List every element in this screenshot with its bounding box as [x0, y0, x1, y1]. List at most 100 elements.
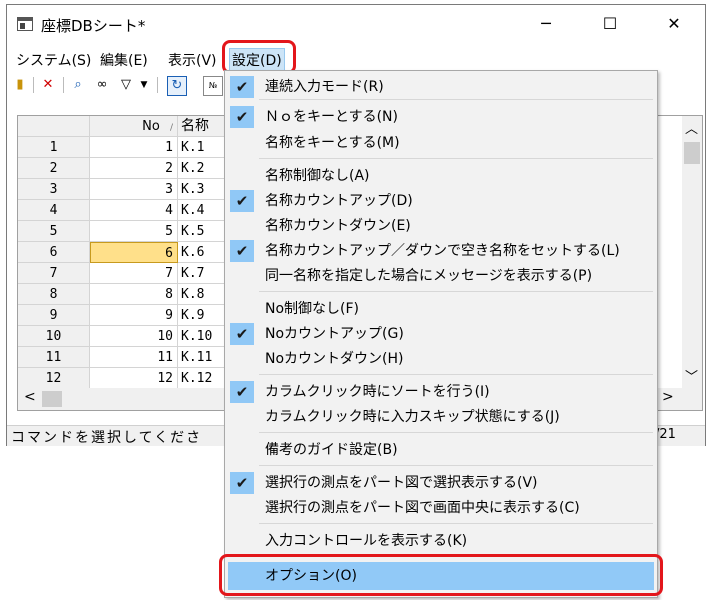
- settings-menu-item[interactable]: ✔ 名称カウントアップ(D): [225, 189, 657, 213]
- menu-item-label: No制御なし(F): [265, 301, 360, 317]
- delete-icon[interactable]: ✕: [39, 76, 57, 94]
- option-highlight-box: [219, 554, 663, 596]
- cell-no[interactable]: 5: [90, 221, 178, 242]
- notebook-icon[interactable]: ▮: [11, 76, 29, 94]
- menu-item-label: 名称をキーとする(M): [265, 135, 400, 151]
- menu-item-label: 入力コントロールを表示する(K): [265, 533, 468, 549]
- menu-item-label: カラムクリック時に入力スキップ状態にする(J): [265, 409, 560, 425]
- cell-no[interactable]: 9: [90, 305, 178, 326]
- refresh-icon[interactable]: ↻: [167, 76, 187, 96]
- settings-menu-item[interactable]: ✔ 選択行の測点をパート図で選択表示する(V): [225, 471, 657, 495]
- minimize-button[interactable]: ─: [523, 5, 569, 43]
- checkmark-icon: ✔: [230, 381, 254, 403]
- cell-no[interactable]: 4: [90, 200, 178, 221]
- settings-menu-item[interactable]: 同一名称を指定した場合にメッセージを表示する(P): [225, 264, 657, 288]
- toolbar-divider: [157, 77, 158, 93]
- close-button[interactable]: ✕: [651, 5, 697, 43]
- cell-no[interactable]: 12: [90, 368, 178, 389]
- scroll-left-icon[interactable]: <: [24, 389, 36, 405]
- column-header-no[interactable]: No /: [90, 116, 178, 137]
- hscroll-thumb[interactable]: [42, 391, 62, 407]
- settings-menu-item[interactable]: 名称カウントダウン(E): [225, 214, 657, 238]
- settings-menu-item[interactable]: Noカウントダウン(H): [225, 347, 657, 371]
- row-header[interactable]: 1: [18, 137, 90, 158]
- window-title: 座標DBシート*: [41, 17, 146, 35]
- menu-item-label: 名称カウントアップ／ダウンで空き名称をセットする(L): [265, 243, 620, 259]
- row-header[interactable]: 7: [18, 263, 90, 284]
- menu-separator: [259, 291, 653, 292]
- settings-menu-item[interactable]: ✔ Noカウントアップ(G): [225, 322, 657, 346]
- settings-menu-item[interactable]: ✔ 連続入力モード(R): [225, 75, 657, 99]
- menu-item-label: 名称カウントアップ(D): [265, 193, 413, 209]
- menu-separator: [259, 99, 653, 100]
- checkmark-icon: ✔: [230, 472, 254, 494]
- settings-menu-item[interactable]: 名称制御なし(A): [225, 164, 657, 188]
- menu-view[interactable]: 表示(V): [165, 48, 220, 72]
- settings-menu-item[interactable]: カラムクリック時に入力スキップ状態にする(J): [225, 405, 657, 429]
- row-header[interactable]: 5: [18, 221, 90, 242]
- settings-menu-item[interactable]: 名称をキーとする(M): [225, 131, 657, 155]
- checkmark-icon: ✔: [230, 76, 254, 98]
- cell-no[interactable]: 7: [90, 263, 178, 284]
- cell-no[interactable]: 8: [90, 284, 178, 305]
- cell-no[interactable]: 3: [90, 179, 178, 200]
- row-header[interactable]: 9: [18, 305, 90, 326]
- menu-item-label: 連続入力モード(R): [265, 79, 384, 95]
- settings-menu-item[interactable]: No制御なし(F): [225, 297, 657, 321]
- menu-item-label: Noカウントアップ(G): [265, 326, 404, 342]
- chevron-down-icon[interactable]: ▼: [135, 76, 153, 94]
- row-header[interactable]: 3: [18, 179, 90, 200]
- settings-menu-item[interactable]: ✔ 名称カウントアップ／ダウンで空き名称をセットする(L): [225, 239, 657, 263]
- menu-item-label: 選択行の測点をパート図で選択表示する(V): [265, 475, 538, 491]
- scroll-right-icon[interactable]: >: [662, 389, 674, 405]
- row-header[interactable]: 6: [18, 242, 90, 263]
- column-header-no-label: No: [142, 119, 160, 134]
- checkmark-icon: ✔: [230, 106, 254, 128]
- app-icon: [17, 17, 33, 31]
- corner-header: [18, 116, 90, 137]
- scroll-thumb[interactable]: [684, 142, 700, 164]
- menu-separator: [259, 523, 653, 524]
- menu-bar: システム(S) 編集(E) 表示(V) 設定(D): [7, 45, 705, 72]
- scroll-down-icon[interactable]: ﹀: [685, 366, 698, 385]
- settings-menu-item[interactable]: ✔ Ｎｏをキーとする(N): [225, 105, 657, 129]
- row-header[interactable]: 10: [18, 326, 90, 347]
- checkmark-icon: ✔: [230, 190, 254, 212]
- cell-no[interactable]: 10: [90, 326, 178, 347]
- number-icon[interactable]: №: [203, 76, 223, 96]
- toolbar-divider: [33, 77, 34, 93]
- menu-separator: [259, 374, 653, 375]
- row-header[interactable]: 2: [18, 158, 90, 179]
- settings-menu-item[interactable]: 入力コントロールを表示する(K): [225, 529, 657, 553]
- row-header[interactable]: 4: [18, 200, 90, 221]
- selected-cell-no[interactable]: 6: [90, 242, 178, 263]
- status-text: コマンドを選択してくださ: [11, 430, 203, 446]
- search-icon[interactable]: ⌕: [69, 76, 87, 94]
- menu-separator: [259, 158, 653, 159]
- filter-icon[interactable]: ▽: [117, 76, 135, 94]
- menu-item-label: 備考のガイド設定(B): [265, 442, 398, 458]
- cell-no[interactable]: 11: [90, 347, 178, 368]
- menu-item-label: 名称制御なし(A): [265, 168, 370, 184]
- settings-menu-item[interactable]: 備考のガイド設定(B): [225, 438, 657, 462]
- settings-menu-item[interactable]: 選択行の測点をパート図で画面中央に表示する(C): [225, 496, 657, 520]
- menu-system[interactable]: システム(S): [13, 48, 94, 72]
- sort-indicator-icon: /: [169, 123, 173, 133]
- binoculars-icon[interactable]: ∞: [93, 76, 111, 94]
- settings-dropdown-menu: ✔ 連続入力モード(R) ✔ Ｎｏをキーとする(N) 名称をキーとする(M) 名称制御なし…: [224, 70, 658, 598]
- status-count: /21: [655, 427, 676, 442]
- menu-edit[interactable]: 編集(E): [97, 48, 151, 72]
- row-header[interactable]: 12: [18, 368, 90, 389]
- cell-no[interactable]: 1: [90, 137, 178, 158]
- cell-no[interactable]: 2: [90, 158, 178, 179]
- menu-item-label: Noカウントダウン(H): [265, 351, 404, 367]
- row-header[interactable]: 8: [18, 284, 90, 305]
- menu-item-label: 同一名称を指定した場合にメッセージを表示する(P): [265, 268, 593, 284]
- scroll-up-icon[interactable]: ︿: [685, 118, 698, 137]
- settings-menu-item[interactable]: ✔ カラムクリック時にソートを行う(I): [225, 380, 657, 404]
- vertical-scrollbar[interactable]: ︿ ﹀: [682, 116, 702, 410]
- menu-highlight-box: [222, 40, 296, 74]
- menu-item-label: Ｎｏをキーとする(N): [265, 109, 398, 125]
- maximize-button[interactable]: ☐: [587, 5, 633, 43]
- row-header[interactable]: 11: [18, 347, 90, 368]
